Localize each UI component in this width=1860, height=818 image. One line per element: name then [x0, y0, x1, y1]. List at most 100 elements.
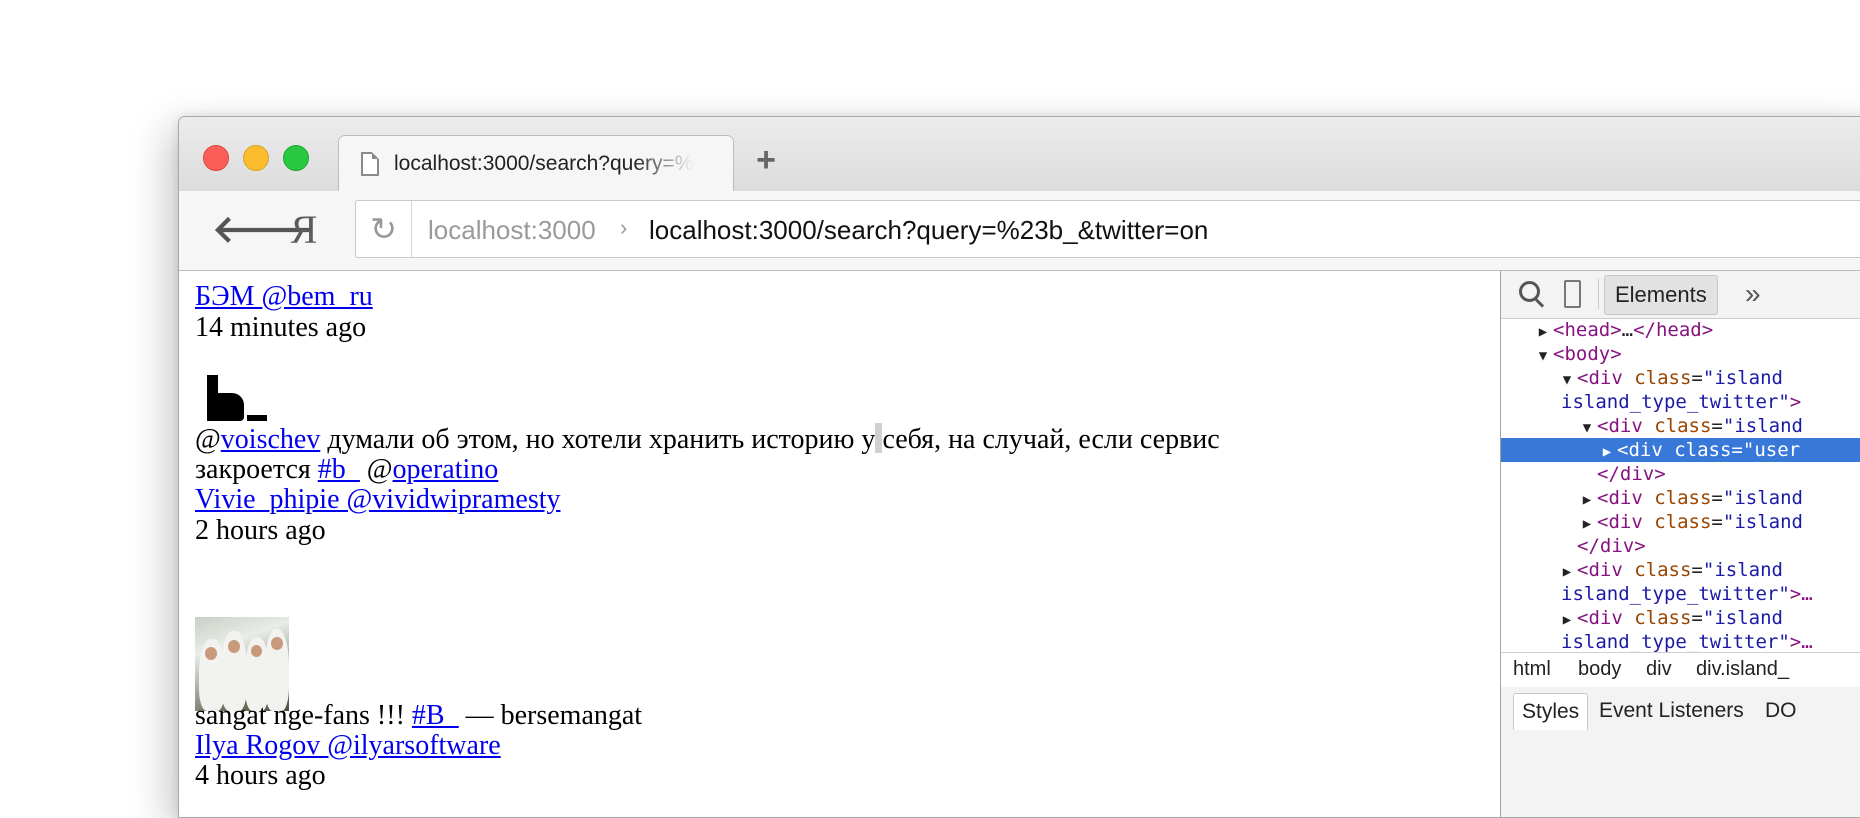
browser-toolbar: 🡐 Я ↻ localhost:3000 › localhost:3000/se… [179, 191, 1860, 271]
collapsed-twisty-icon[interactable]: ▶ [1577, 488, 1597, 512]
inspect-search-icon[interactable] [1517, 279, 1547, 309]
new-tab-button[interactable]: + [751, 142, 781, 178]
tab-event-listeners[interactable]: Event Listeners [1591, 693, 1752, 729]
browser-tab[interactable]: localhost:3000/search?query=%23b_&twitte… [338, 135, 734, 191]
address-bar[interactable]: ↻ localhost:3000 › localhost:3000/search… [355, 200, 1860, 258]
tab-dom-breakpoints[interactable]: DO [1757, 693, 1805, 729]
dom-node[interactable]: ▼ <div class="island [1501, 414, 1860, 438]
page-content: БЭМ @bem_ru 14 minutes ago @voischev дум… [179, 271, 1500, 817]
browser-window: localhost:3000/search?query=%23b_&twitte… [178, 116, 1860, 818]
photo-face [271, 637, 283, 650]
dom-attr-value: "island [1722, 511, 1803, 533]
dom-tag: >… [1789, 583, 1813, 605]
tweet-text: закроется [195, 454, 318, 485]
photo-face [251, 645, 262, 657]
tweet-text: sangat nge-fans !!! [195, 700, 412, 731]
breadcrumb-item[interactable]: body [1578, 658, 1621, 681]
expanded-twisty-icon[interactable]: ▼ [1533, 344, 1553, 368]
tweet-author-line: Ilya Rogov @ilyarsoftware [195, 730, 501, 762]
dom-tag: > [1789, 391, 1802, 413]
dom-node[interactable]: </div> [1501, 534, 1860, 558]
tweet-time: 2 hours ago [195, 515, 326, 546]
dom-tag: <body> [1553, 343, 1622, 365]
yandex-icon[interactable]: Я [289, 209, 319, 251]
collapsed-twisty-icon[interactable]: ▶ [1557, 608, 1577, 632]
tab-elements[interactable]: Elements [1604, 275, 1718, 315]
address-divider [411, 201, 412, 257]
tweet-text: — bersemangat [458, 700, 643, 731]
dom-node[interactable]: </div> [1501, 462, 1860, 486]
tab-styles[interactable]: Styles [1513, 693, 1589, 730]
dom-node[interactable]: ▶ <div class="island [1501, 510, 1860, 534]
expanded-twisty-icon[interactable]: ▼ [1577, 416, 1597, 440]
dom-node[interactable]: ▼ <div class="island [1501, 366, 1860, 390]
mention-link[interactable]: operatino [393, 454, 499, 485]
tweet-text-line: закроется #b_ @operatino [195, 454, 498, 486]
dom-node[interactable]: ▶ <div class="island [1501, 486, 1860, 510]
photo-face [205, 647, 217, 660]
collapsed-twisty-icon[interactable]: ▶ [1597, 440, 1617, 464]
tweet-text: @ [195, 424, 221, 455]
photo-face [228, 640, 240, 653]
bem-logo-avatar[interactable] [207, 375, 267, 421]
dom-node[interactable]: ▼ <body> [1501, 342, 1860, 366]
tweet-author-line: Vivie_phipie @vividwipramesty [195, 484, 561, 516]
logo-underscore [247, 415, 267, 421]
maximize-window-button[interactable] [283, 145, 309, 171]
dom-node[interactable]: ▶ <div class="island [1501, 558, 1860, 582]
tweet-author-link[interactable]: Ilya Rogov @ilyarsoftware [195, 730, 501, 761]
dom-attr-value: island_type_twitter" [1561, 583, 1790, 605]
expanded-twisty-icon[interactable]: ▼ [1557, 368, 1577, 392]
breadcrumb: html body div div.island_ [1501, 652, 1860, 688]
page-icon [361, 152, 379, 176]
tab-title: localhost:3000/search?query=%23b_&twitte… [394, 152, 694, 175]
tweet-time: 14 minutes ago [195, 312, 367, 343]
chevron-right-icon: › [620, 215, 628, 240]
tweet-text: @ [359, 454, 393, 485]
dom-tag: <div [1617, 439, 1663, 461]
dom-node-continuation[interactable]: island_type_twitter">… [1501, 630, 1860, 652]
tweet-author-link[interactable]: Vivie_phipie @vividwipramesty [195, 484, 561, 515]
dom-node[interactable]: ▶ <head>…</head> [1501, 318, 1860, 342]
breadcrumb-item[interactable]: html [1513, 658, 1551, 681]
dom-tag: </head> [1633, 319, 1714, 341]
dom-attr-value: "island [1702, 367, 1783, 389]
dom-attr: class [1674, 439, 1732, 461]
close-window-button[interactable] [203, 145, 229, 171]
dom-node-continuation[interactable]: island_type_twitter"> [1501, 390, 1860, 414]
reload-icon[interactable]: ↻ [370, 213, 397, 245]
collapsed-twisty-icon[interactable]: ▶ [1557, 560, 1577, 584]
dom-attr: class [1654, 487, 1712, 509]
breadcrumb-item[interactable]: div.island_ [1696, 658, 1789, 681]
dom-node-continuation[interactable]: island_type_twitter">… [1501, 582, 1860, 606]
collapsed-twisty-icon[interactable]: ▶ [1533, 320, 1553, 344]
dom-attr-value: "user [1742, 439, 1801, 461]
dom-tag: <div [1597, 511, 1643, 533]
devtools-panel: Elements » ▶ <head>…</head> ▼ <body> ▼ <div… [1500, 271, 1860, 817]
tweet-author-link[interactable]: БЭМ @bem_ru [195, 281, 373, 312]
dom-attr-value: "island [1702, 607, 1783, 629]
dom-ellipsis: … [1621, 319, 1634, 341]
device-mode-icon[interactable] [1564, 280, 1581, 308]
dom-attr: class [1654, 415, 1712, 437]
dom-node-selected[interactable]: ▶ <div class="user [1501, 438, 1860, 462]
breadcrumb-item[interactable]: div [1646, 658, 1672, 681]
dom-tag: <div [1597, 415, 1643, 437]
minimize-window-button[interactable] [243, 145, 269, 171]
address-host[interactable]: localhost:3000 [428, 215, 596, 246]
tweet-text: думали об этом, но хотели хранить истори… [320, 424, 876, 455]
dom-tag: <head> [1553, 319, 1622, 341]
dom-attr: class [1634, 607, 1692, 629]
dom-tag: <div [1597, 487, 1643, 509]
collapsed-twisty-icon[interactable]: ▶ [1577, 512, 1597, 536]
group-photo-avatar[interactable] [195, 617, 289, 711]
back-arrow-icon[interactable]: 🡐 [212, 211, 314, 249]
logo-bowl [207, 393, 244, 421]
tweet-author-line: БЭМ @bem_ru [195, 281, 373, 313]
address-url[interactable]: localhost:3000/search?query=%23b_&twitte… [649, 215, 1208, 246]
hashtag-link[interactable]: #B_ [412, 700, 459, 731]
more-tabs-icon[interactable]: » [1745, 275, 1761, 313]
dom-node[interactable]: ▶ <div class="island [1501, 606, 1860, 630]
mention-link[interactable]: voischev [221, 424, 321, 455]
hashtag-link[interactable]: #b_ [318, 454, 360, 485]
